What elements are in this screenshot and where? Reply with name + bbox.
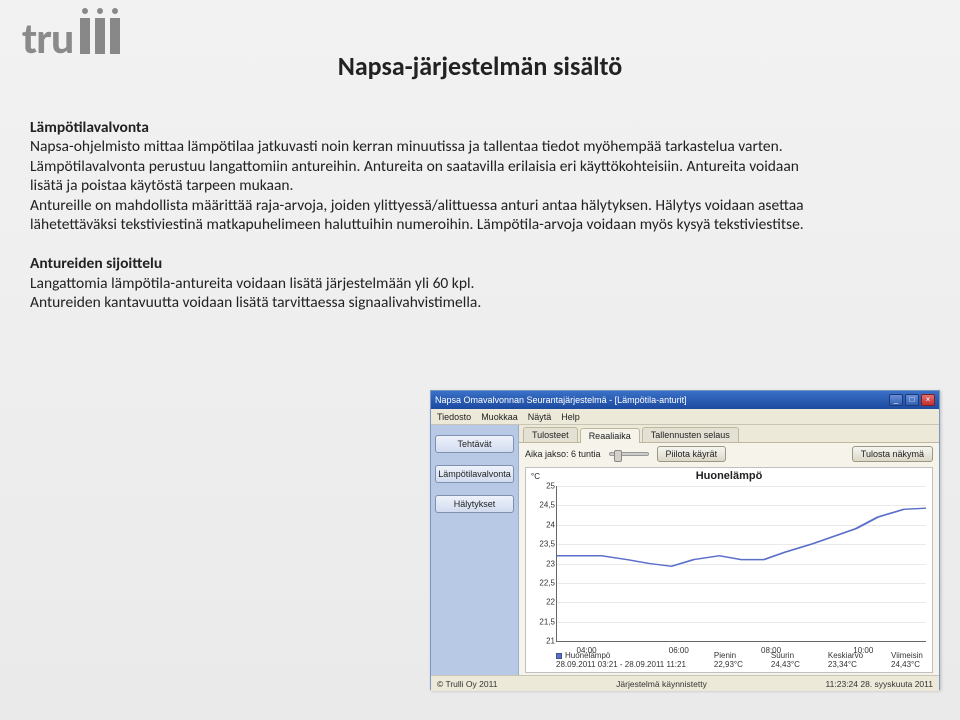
app-screenshot: Napsa Omavalvonnan Seurantajärjestelmä -… [430,390,940,690]
sidebar-btn-temperature[interactable]: Lämpötilavalvonta [435,465,514,483]
section2-p1: Langattomia lämpötila-antureita voidaan … [30,274,810,293]
timespan-slider[interactable] [609,452,649,456]
close-icon[interactable]: × [921,394,935,406]
window-titlebar: Napsa Omavalvonnan Seurantajärjestelmä -… [431,391,939,409]
timespan-label: Aika jakso: 6 tuntia [525,449,601,459]
status-datetime: 11:23:24 28. syyskuuta 2011 [826,679,933,689]
chart-title: Huonelämpö [526,468,932,484]
ytick: 21,5 [529,617,555,626]
ytick: 25 [529,482,555,491]
body-text: Lämpötilavalvonta Napsa-ohjelmisto mitta… [30,100,810,312]
chart-line [557,486,926,641]
window-title: Napsa Omavalvonnan Seurantajärjestelmä -… [435,395,687,405]
ytick: 23,5 [529,540,555,549]
ytick: 22,5 [529,578,555,587]
ytick: 24 [529,520,555,529]
chart-area: Huonelämpö °C 25 24,5 24 23,5 23 22,5 22… [525,467,933,673]
sidebar-btn-tasks[interactable]: Tehtävät [435,435,514,453]
status-copyright: © Trulli Oy 2011 [437,679,497,689]
main-panel: Tulosteet Reaaliaika Tallennusten selaus… [519,425,939,675]
menu-view[interactable]: Näytä [528,412,552,422]
section2-p2: Antureiden kantavuutta voidaan lisätä ta… [30,293,810,312]
chart-plot: °C 25 24,5 24 23,5 23 22,5 22 21,5 21 04… [556,486,926,642]
tab-bar: Tulosteet Reaaliaika Tallennusten selaus [519,425,939,443]
legend-last-value: 24,43°C [891,661,923,670]
sidebar: Tehtävät Lämpötilavalvonta Hälytykset [431,425,519,675]
hide-curves-button[interactable]: Piilota käyrät [657,446,727,462]
menu-edit[interactable]: Muokkaa [481,412,518,422]
ytick: 24,5 [529,501,555,510]
y-axis-unit: °C [531,472,540,481]
print-view-button[interactable]: Tulosta näkymä [852,446,933,462]
ytick: 23 [529,559,555,568]
tab-prints[interactable]: Tulosteet [523,427,578,442]
menu-bar: Tiedosto Muokkaa Näytä Help [431,409,939,425]
tab-realtime[interactable]: Reaaliaika [580,428,640,443]
status-message: Järjestelmä käynnistetty [616,679,707,689]
section1-p1: Napsa-ohjelmisto mittaa lämpötilaa jatku… [30,137,810,156]
page-title: Napsa-järjestelmän sisältö [0,50,960,82]
section1-p3: Antureille on mahdollista määrittää raja… [30,196,810,235]
menu-file[interactable]: Tiedosto [437,412,471,422]
logo-bars-icon [80,18,120,54]
legend-series-name: Huonelämpö [565,651,610,660]
menu-help[interactable]: Help [561,412,580,422]
section1-heading: Lämpötilavalvonta [30,118,810,137]
maximize-icon[interactable]: □ [905,394,919,406]
ytick: 22 [529,598,555,607]
legend-max-value: 24,43°C [771,661,800,670]
status-bar: © Trulli Oy 2011 Järjestelmä käynnistett… [431,675,939,691]
chart-legend: Huonelämpö 28.09.2011 03:21 - 28.09.2011… [556,652,926,670]
legend-marker-icon [556,653,562,659]
sidebar-btn-alerts[interactable]: Hälytykset [435,495,514,513]
legend-avg-value: 23,34°C [828,661,863,670]
chart-toolbar: Aika jakso: 6 tuntia Piilota käyrät Tulo… [519,443,939,465]
minimize-icon[interactable]: _ [889,394,903,406]
ytick: 21 [529,637,555,646]
tab-browse[interactable]: Tallennusten selaus [642,427,739,442]
section2-heading: Antureiden sijoittelu [30,254,810,273]
legend-min-value: 22,93°C [714,661,743,670]
section1-p2: Lämpötilavalvonta perustuu langattomiin … [30,157,810,196]
legend-range: 28.09.2011 03:21 - 28.09.2011 11:21 [556,661,686,670]
